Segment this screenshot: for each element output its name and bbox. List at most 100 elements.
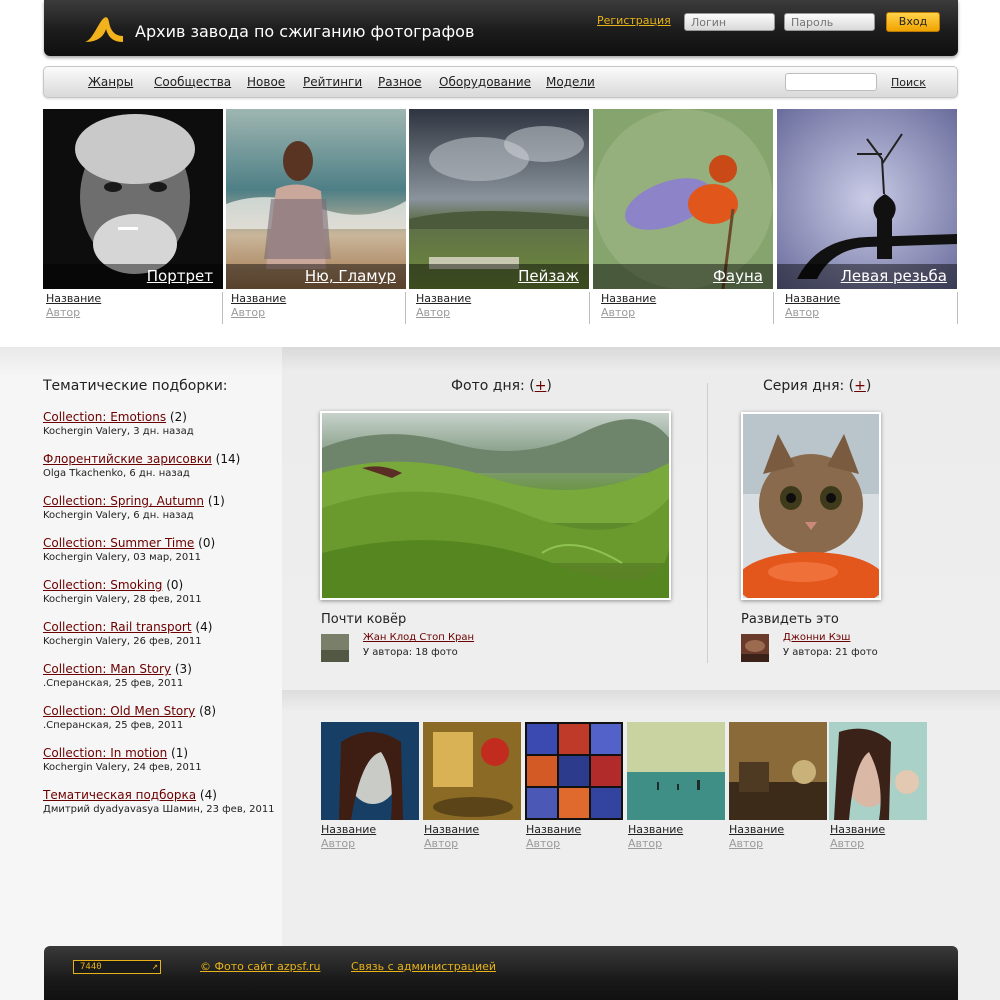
collection-count: (4): [199, 788, 217, 802]
author-avatar[interactable]: [741, 634, 769, 662]
nav-item-new[interactable]: Новое: [247, 75, 285, 89]
site-logo-icon[interactable]: [84, 14, 124, 44]
strip-photo-1[interactable]: [321, 722, 419, 820]
genre-tile-other[interactable]: Левая резьба: [777, 109, 957, 289]
photo-title-link[interactable]: Название: [416, 292, 589, 306]
strip-caption: Название Автор: [729, 823, 827, 851]
strip-caption: Название Автор: [321, 823, 419, 851]
series-of-day-image[interactable]: [736, 412, 886, 612]
strip-photo-2[interactable]: [423, 722, 521, 820]
genre-label[interactable]: Пейзаж: [518, 267, 579, 285]
nude-photo: [226, 109, 406, 289]
collection-link[interactable]: Collection: Spring, Autumn: [43, 494, 204, 508]
series-of-day-label: Серия дня:: [763, 378, 845, 394]
author-avatar[interactable]: [321, 634, 349, 662]
landscape-photo: [409, 109, 589, 289]
site-title: Архив завода по сжиганию фотографов: [135, 22, 475, 41]
login-field[interactable]: [684, 13, 775, 31]
genre-label[interactable]: Левая резьба: [841, 267, 947, 285]
genre-tile-portrait[interactable]: Портрет: [43, 109, 223, 289]
register-link[interactable]: Регистрация: [597, 14, 671, 27]
genre-tile-landscape[interactable]: Пейзаж: [409, 109, 589, 289]
collection-count: (1): [207, 494, 225, 508]
genre-label[interactable]: Фауна: [713, 267, 763, 285]
portrait-photo: [43, 109, 223, 289]
photo-author-link[interactable]: Автор: [321, 837, 419, 851]
column-divider: [707, 383, 708, 663]
nav-item-ratings[interactable]: Рейтинги: [303, 75, 362, 89]
strip-photo-image: [729, 722, 827, 820]
collection-count: (1): [171, 746, 189, 760]
strip-photo-5[interactable]: [729, 722, 827, 820]
collection-item: Collection: Summer Time (0) Kochergin Va…: [43, 536, 278, 564]
series-of-day-title: Развидеть это: [741, 612, 839, 627]
search-input[interactable]: [785, 73, 877, 91]
visit-counter[interactable]: 7440 ↗: [73, 960, 161, 974]
strip-photo-image: [423, 722, 521, 820]
genre-caption: Название Автор: [413, 292, 590, 324]
series-of-day-author-link[interactable]: Джонни Кэш: [783, 632, 850, 643]
photo-title-link[interactable]: Название: [785, 292, 957, 306]
collection-link[interactable]: Collection: Rail transport: [43, 620, 192, 634]
photo-title-link[interactable]: Название: [231, 292, 405, 306]
collection-meta: Kochergin Valery, 26 фев, 2011: [43, 636, 202, 647]
series-of-day-author-count: У автора: 21 фото: [783, 647, 878, 658]
photo-title-link[interactable]: Название: [830, 823, 928, 837]
photo-title-link[interactable]: Название: [321, 823, 419, 837]
collection-count: (3): [174, 662, 192, 676]
strip-photo-4[interactable]: [627, 722, 725, 820]
password-field[interactable]: [784, 13, 875, 31]
collection-link[interactable]: Collection: In motion: [43, 746, 167, 760]
nav-item-communities[interactable]: Сообщества: [154, 75, 231, 89]
nav-item-genres[interactable]: Жанры: [88, 75, 133, 89]
other-photo: [777, 109, 957, 289]
collection-link[interactable]: Collection: Summer Time: [43, 536, 194, 550]
genre-caption: Название Автор: [782, 292, 958, 324]
nav-item-models[interactable]: Модели: [546, 75, 595, 89]
photo-author-link[interactable]: Автор: [424, 837, 522, 851]
photo-author-link[interactable]: Автор: [231, 306, 405, 320]
nav-item-misc[interactable]: Разное: [378, 75, 422, 89]
photo-title-link[interactable]: Название: [729, 823, 827, 837]
photo-author-link[interactable]: Автор: [785, 306, 957, 320]
genre-tile-nude[interactable]: Ню, Гламур: [226, 109, 406, 289]
nav-item-equipment[interactable]: Оборудование: [439, 75, 531, 89]
collection-count: (2): [169, 410, 187, 424]
genre-label[interactable]: Портрет: [147, 267, 213, 285]
collection-link[interactable]: Флорентийские зарисовки: [43, 452, 212, 466]
collection-item: Collection: Man Story (3) .Сперанская, 2…: [43, 662, 278, 690]
photo-of-day-author-link[interactable]: Жан Клод Стоп Кран: [363, 632, 474, 643]
collection-meta: Kochergin Valery, 3 дн. назад: [43, 426, 194, 437]
strip-photo-3[interactable]: [525, 722, 623, 820]
copyright-link[interactable]: © Фото сайт azpsf.ru: [200, 960, 320, 973]
photo-of-day-plus-link[interactable]: +: [535, 378, 547, 394]
photo-author-link[interactable]: Автор: [416, 306, 589, 320]
strip-photo-6[interactable]: [829, 722, 927, 820]
collection-count: (0): [198, 536, 216, 550]
photo-author-link[interactable]: Автор: [628, 837, 726, 851]
collection-link[interactable]: Collection: Man Story: [43, 662, 171, 676]
collection-link[interactable]: Collection: Smoking: [43, 578, 162, 592]
collection-link[interactable]: Collection: Emotions: [43, 410, 166, 424]
photo-author-link[interactable]: Автор: [46, 306, 222, 320]
photo-title-link[interactable]: Название: [424, 823, 522, 837]
photo-of-day-image[interactable]: [320, 411, 671, 600]
photo-title-link[interactable]: Название: [526, 823, 624, 837]
genre-label[interactable]: Ню, Гламур: [305, 267, 396, 285]
photo-title-link[interactable]: Название: [601, 292, 773, 306]
collection-link[interactable]: Тематическая подборка: [43, 788, 196, 802]
photo-author-link[interactable]: Автор: [601, 306, 773, 320]
login-button[interactable]: Вход: [886, 12, 940, 32]
contact-admin-link[interactable]: Связь с администрацией: [351, 960, 496, 973]
photo-title-link[interactable]: Название: [46, 292, 222, 306]
genre-tile-fauna[interactable]: Фауна: [593, 109, 773, 289]
photo-title-link[interactable]: Название: [628, 823, 726, 837]
series-of-day-plus-link[interactable]: +: [854, 378, 866, 394]
photo-author-link[interactable]: Автор: [729, 837, 827, 851]
search-button[interactable]: Поиск: [891, 76, 926, 89]
collection-link[interactable]: Collection: Old Men Story: [43, 704, 195, 718]
genre-caption: Название Автор: [228, 292, 406, 324]
photo-author-link[interactable]: Автор: [830, 837, 928, 851]
photo-author-link[interactable]: Автор: [526, 837, 624, 851]
collection-item: Collection: Emotions (2) Kochergin Valer…: [43, 410, 278, 438]
